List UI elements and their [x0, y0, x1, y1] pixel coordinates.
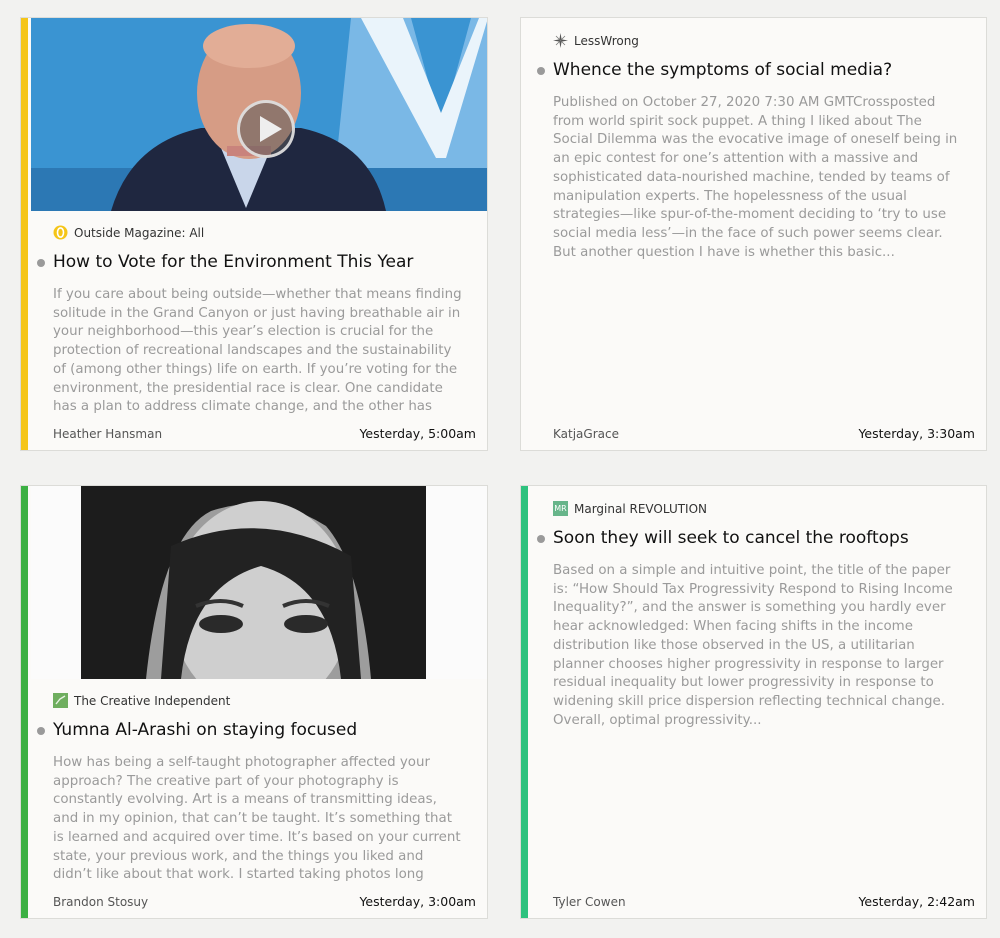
article-title[interactable]: How to Vote for the Environment This Yea…: [53, 252, 413, 272]
lesswrong-star-icon: [553, 33, 568, 48]
article-title[interactable]: Whence the symptoms of social media?: [553, 60, 892, 80]
outside-logo-icon: [53, 225, 68, 240]
mr-logo-icon: MR: [553, 501, 568, 516]
article-time: Yesterday, 5:00am: [359, 426, 476, 441]
article-author: Tyler Cowen: [553, 895, 626, 909]
feed-source[interactable]: LessWrong: [553, 33, 639, 48]
feed-source-name: Outside Magazine: All: [74, 225, 205, 240]
article-summary: If you care about being outside—whether …: [53, 287, 462, 415]
unread-dot-icon: [37, 727, 45, 735]
article-card[interactable]: The Creative Independent Yumna Al-Arashi…: [20, 485, 488, 919]
article-summary: Published on October 27, 2020 7:30 AM GM…: [553, 95, 958, 260]
article-card[interactable]: LessWrong Whence the symptoms of social …: [520, 17, 987, 451]
article-summary: Based on a simple and intuitive point, t…: [553, 563, 953, 728]
unread-dot-icon: [537, 535, 545, 543]
feed-source[interactable]: MR Marginal REVOLUTION: [553, 501, 707, 516]
portrait-photo[interactable]: [31, 486, 487, 679]
creative-independent-icon: [53, 693, 68, 708]
portrait-graphic: [31, 486, 487, 679]
feed-source-name: The Creative Independent: [74, 693, 231, 708]
article-author: KatjaGrace: [553, 427, 619, 441]
unread-accent-bar: [21, 486, 28, 918]
article-author: Heather Hansman: [53, 427, 163, 441]
article-author: Brandon Stosuy: [53, 895, 149, 909]
play-icon[interactable]: [237, 100, 295, 158]
article-summary: How has being a self-taught photographer…: [53, 755, 461, 883]
article-card[interactable]: MR Marginal REVOLUTION Soon they will se…: [520, 485, 987, 919]
article-time: Yesterday, 2:42am: [858, 894, 975, 909]
unread-dot-icon: [537, 67, 545, 75]
article-card[interactable]: Outside Magazine: All How to Vote for th…: [20, 17, 488, 451]
feed-source[interactable]: Outside Magazine: All: [53, 225, 204, 240]
article-title[interactable]: Yumna Al-Arashi on staying focused: [53, 720, 357, 740]
feed-source-name: LessWrong: [574, 33, 639, 48]
unread-dot-icon: [37, 259, 45, 267]
article-time: Yesterday, 3:00am: [359, 894, 476, 909]
article-time: Yesterday, 3:30am: [858, 426, 975, 441]
article-title[interactable]: Soon they will seek to cancel the roofto…: [553, 528, 909, 548]
unread-accent-bar: [521, 486, 528, 918]
video-thumbnail[interactable]: [31, 18, 487, 211]
feed-source-name: Marginal REVOLUTION: [574, 501, 708, 516]
unread-accent-bar: [21, 18, 28, 450]
feed-source[interactable]: The Creative Independent: [53, 693, 230, 708]
